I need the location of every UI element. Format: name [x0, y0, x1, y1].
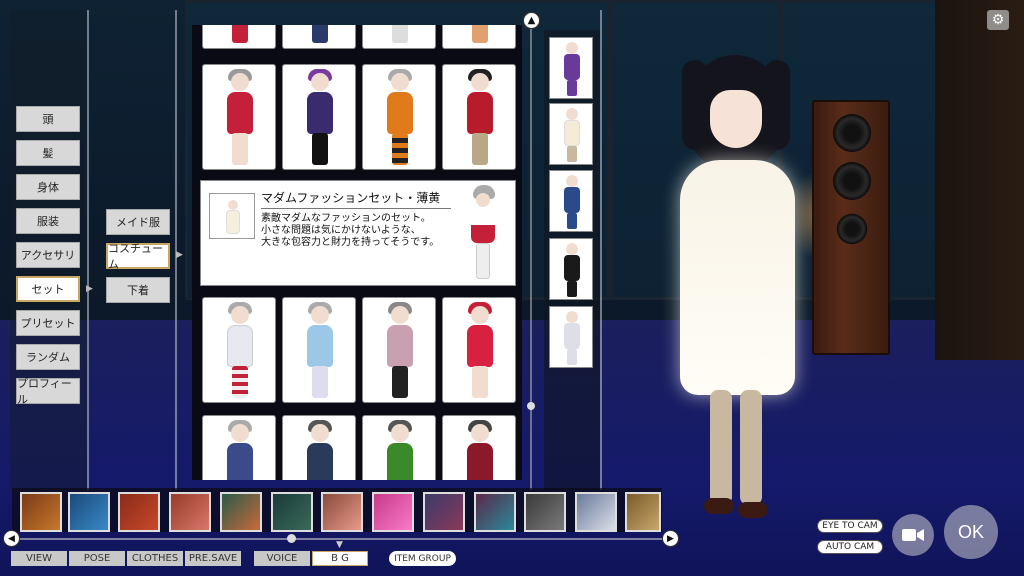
character-leg: [710, 390, 732, 505]
eye-to-cam-button[interactable]: EYE TO CAM: [817, 519, 883, 533]
panel-divider: [87, 10, 89, 490]
settings-gear-icon[interactable]: ⚙: [987, 10, 1009, 30]
costume-card[interactable]: [362, 64, 436, 170]
tooltip-thumbnail: [209, 193, 255, 239]
tooltip-description: 素敵マダムなファッションのセット。 小さな問題は気にかけないような、 大きな包容…: [261, 213, 440, 248]
tab-voice[interactable]: VOICE: [254, 551, 310, 566]
costume-card[interactable]: [282, 415, 356, 480]
background-thumb[interactable]: [271, 492, 313, 532]
speaker-cone: [833, 162, 871, 200]
character-twintail: [764, 60, 790, 150]
tab-clothes[interactable]: CLOTHES: [127, 551, 183, 566]
menu-preset-button[interactable]: プリセット: [16, 310, 80, 336]
background-thumb[interactable]: [220, 492, 262, 532]
scroll-right-icon[interactable]: ▶: [662, 530, 679, 547]
menu-body-button[interactable]: 身体: [16, 174, 80, 200]
background-thumb[interactable]: [68, 492, 110, 532]
chevron-down-icon: ▼: [336, 540, 343, 550]
grid-scrollbar-thumb[interactable]: [527, 402, 535, 410]
background-scrollbar[interactable]: [20, 538, 668, 540]
submenu-underwear-button[interactable]: 下着: [106, 277, 170, 303]
background-thumb[interactable]: [321, 492, 363, 532]
tooltip-preview: [463, 185, 503, 283]
auto-cam-button[interactable]: AUTO CAM: [817, 540, 883, 554]
background-thumb[interactable]: [20, 492, 62, 532]
scroll-up-icon[interactable]: ▲: [523, 12, 540, 29]
speaker: [812, 100, 890, 355]
character-dress: [680, 160, 795, 395]
expand-arrow-icon: ▶: [176, 250, 183, 260]
background-thumb[interactable]: [524, 492, 566, 532]
menu-set-button[interactable]: セット: [16, 276, 80, 302]
menu-clothing-button[interactable]: 服装: [16, 208, 80, 234]
background-thumb[interactable]: [169, 492, 211, 532]
scroll-left-icon[interactable]: ◀: [3, 530, 20, 547]
character-twintail: [682, 60, 708, 150]
panel-divider: [600, 10, 602, 490]
recent-item-thumb[interactable]: [549, 170, 593, 232]
costume-card[interactable]: [362, 415, 436, 480]
background-thumb[interactable]: [118, 492, 160, 532]
ok-button[interactable]: OK: [944, 505, 998, 559]
costume-card[interactable]: [442, 25, 516, 49]
grid-scrollbar[interactable]: [530, 20, 532, 490]
tab-pose[interactable]: POSE: [69, 551, 125, 566]
item-group-button[interactable]: ITEM GROUP: [389, 551, 456, 566]
video-camera-icon[interactable]: [892, 514, 934, 556]
costume-card[interactable]: [442, 64, 516, 170]
costume-card[interactable]: [442, 415, 516, 480]
costume-card[interactable]: [202, 25, 276, 49]
background-thumb[interactable]: [575, 492, 617, 532]
costume-card[interactable]: [202, 64, 276, 170]
tab-pre-save[interactable]: PRE.SAVE: [185, 551, 241, 566]
speaker-cone: [833, 114, 871, 152]
costume-card[interactable]: [362, 297, 436, 403]
character-leg: [740, 390, 762, 505]
menu-head-button[interactable]: 頭: [16, 106, 80, 132]
video-camera-icon-svg: [902, 529, 924, 541]
speaker-cone: [836, 213, 868, 245]
submenu-maid-button[interactable]: メイド服: [106, 209, 170, 235]
background-thumb[interactable]: [625, 492, 661, 532]
wall: [935, 0, 1024, 360]
tab-bg[interactable]: B G: [312, 551, 368, 566]
menu-random-button[interactable]: ランダム: [16, 344, 80, 370]
costume-card[interactable]: [282, 64, 356, 170]
background-thumb[interactable]: [474, 492, 516, 532]
item-tooltip: マダムファッションセット・薄黄 素敵マダムなファッションのセット。 小さな問題は…: [200, 180, 516, 286]
menu-accessory-button[interactable]: アクセサリ: [16, 242, 80, 268]
menu-hair-button[interactable]: 髪: [16, 140, 80, 166]
character-shoe: [738, 502, 768, 518]
background-thumb[interactable]: [372, 492, 414, 532]
costume-card[interactable]: [362, 25, 436, 49]
submenu-costume-button[interactable]: コスチューム: [106, 242, 170, 271]
recent-item-thumb[interactable]: [549, 238, 593, 300]
recent-item-thumb[interactable]: [549, 306, 593, 368]
costume-card[interactable]: [282, 297, 356, 403]
costume-card[interactable]: [202, 415, 276, 480]
background-thumb[interactable]: [423, 492, 465, 532]
character-shoe: [704, 498, 734, 514]
costume-card[interactable]: [202, 297, 276, 403]
tab-view[interactable]: VIEW: [11, 551, 67, 566]
recent-item-thumb[interactable]: [549, 103, 593, 165]
background-scrollbar-thumb[interactable]: [287, 534, 296, 543]
menu-profile-button[interactable]: プロフィール: [16, 377, 80, 406]
tooltip-title: マダムファッションセット・薄黄: [261, 191, 441, 205]
tooltip-divider: [261, 208, 451, 209]
costume-card[interactable]: [442, 297, 516, 403]
character-face: [710, 90, 762, 148]
expand-arrow-icon: ▶: [86, 284, 93, 294]
character-model[interactable]: [660, 50, 810, 530]
recent-item-thumb[interactable]: [549, 37, 593, 99]
costume-card[interactable]: [282, 25, 356, 49]
